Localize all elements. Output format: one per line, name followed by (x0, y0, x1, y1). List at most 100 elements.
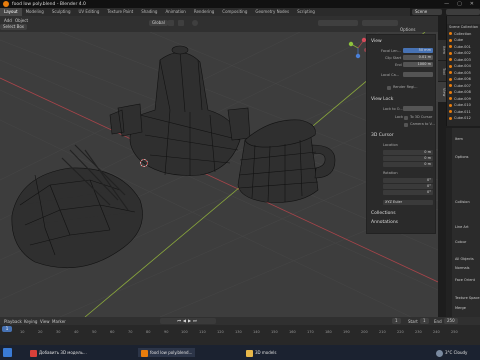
window-controls: — ▢ ✕ (444, 1, 480, 7)
snap-icon[interactable] (178, 20, 184, 26)
properties-row[interactable]: Line Art (455, 225, 469, 229)
start-label: Start (408, 319, 418, 324)
pivot-icon[interactable] (168, 20, 174, 26)
cursor-rot-z-field[interactable]: 0° (383, 190, 433, 195)
properties-row[interactable]: Face Orient (455, 278, 475, 282)
to-3d-cursor-checkbox[interactable] (404, 116, 408, 120)
pot-mesh[interactable] (109, 45, 251, 176)
tab-sculpting[interactable]: Sculpting (48, 8, 75, 16)
menu-object[interactable]: Object (15, 18, 28, 23)
menu-view[interactable]: View (40, 319, 50, 324)
tab-uv-editing[interactable]: UV Editing (75, 8, 104, 16)
outliner-row-label: Cube.011 (454, 109, 471, 114)
object-icon (449, 58, 452, 62)
focal-length-field[interactable]: 50 mm (403, 48, 433, 53)
object-icon (449, 51, 452, 55)
outliner-row-label: Cube.006 (454, 77, 471, 82)
mug-mesh[interactable] (237, 119, 336, 203)
minimize-button[interactable]: — (444, 1, 449, 7)
overlays-toggle[interactable] (318, 20, 358, 26)
cursor-loc-x-field[interactable]: 0 m (383, 150, 433, 155)
cursor-rot-x-field[interactable]: 0° (383, 178, 433, 183)
select-box-dropdown[interactable]: Select Box (0, 24, 28, 30)
properties-row[interactable]: Colour (455, 240, 466, 244)
view-layer-selector[interactable] (446, 9, 480, 15)
dome-mesh[interactable] (11, 144, 143, 269)
object-icon (449, 97, 452, 101)
close-button[interactable]: ✕ (470, 1, 474, 7)
taskbar-item-active[interactable]: food low poly.blend... (138, 348, 196, 357)
taskbar-item[interactable]: Добавить 3D модель... (30, 348, 87, 357)
start-frame-field[interactable]: 1 (420, 318, 429, 324)
timeline-tick: 220 (397, 330, 404, 334)
tab-texture-paint[interactable]: Texture Paint (103, 8, 137, 16)
view-lock-section-header[interactable]: View Lock (371, 97, 393, 102)
outliner-row-label: Collection (454, 31, 472, 36)
properties-row[interactable]: Merge (455, 306, 466, 310)
properties-tab-strip[interactable] (446, 128, 452, 317)
outliner-row[interactable]: Cube.012 (447, 115, 480, 122)
rotation-mode-dropdown[interactable]: XYZ Euler (383, 200, 433, 205)
menu-marker[interactable]: Marker (52, 319, 66, 324)
taskbar-item-label: 3D models (255, 350, 277, 355)
properties-row[interactable]: Collision (455, 200, 470, 204)
3d-cursor-section-header[interactable]: 3D Cursor (371, 133, 394, 138)
playhead[interactable]: 1 (2, 326, 12, 332)
clip-start-field[interactable]: 0.01 m (403, 55, 433, 60)
cursor-loc-z-field[interactable]: 0 m (383, 162, 433, 167)
camera-to-view-checkbox[interactable] (404, 123, 408, 127)
transform-orientation-dropdown[interactable]: Global (149, 20, 168, 26)
tab-rendering[interactable]: Rendering (190, 8, 218, 16)
tab-geometry-nodes[interactable]: Geometry Nodes (251, 8, 293, 16)
render-region-checkbox[interactable] (387, 86, 391, 90)
maximize-button[interactable]: ▢ (457, 1, 462, 7)
n-panel-tab-item[interactable]: Item (438, 40, 446, 60)
local-camera-label: Local Ca... (381, 73, 400, 77)
menu-playback[interactable]: Playback (4, 319, 22, 324)
folder-icon (246, 349, 253, 357)
clip-end-label: End (395, 63, 402, 67)
timeline-tick: 160 (289, 330, 296, 334)
clip-end-field[interactable]: 1000 m (403, 62, 433, 67)
tab-animation[interactable]: Animation (161, 8, 189, 16)
annotations-section-header[interactable]: Annotations (371, 220, 398, 225)
timeline-tick: 70 (128, 330, 133, 334)
properties-row[interactable]: Normals (455, 266, 470, 270)
browser-icon (30, 349, 37, 357)
start-menu-icon[interactable] (3, 348, 12, 357)
workspace-tabs: Layout Modeling Sculpting UV Editing Tex… (0, 8, 410, 16)
object-icon (449, 103, 452, 107)
n-panel-tab-view[interactable]: View (438, 82, 446, 102)
timeline-tick: 250 (451, 330, 458, 334)
properties-row[interactable]: Options (455, 155, 469, 159)
focal-length-label: Focal Len... (381, 49, 401, 53)
n-panel-tab-tool[interactable]: Tool (438, 61, 446, 81)
playback-controls[interactable]: ⏮◀▶⏭ (160, 318, 216, 324)
timeline-tick: 230 (415, 330, 422, 334)
properties-row[interactable]: Texture Space (455, 296, 480, 300)
tab-shading[interactable]: Shading (137, 8, 161, 16)
tab-layout[interactable]: Layout (0, 8, 22, 16)
current-frame-field[interactable]: 1 (392, 318, 401, 324)
local-camera-field[interactable] (403, 72, 433, 77)
weather-widget[interactable]: 3°C Cloudy (436, 348, 467, 357)
taskbar-item[interactable]: 3D models (246, 348, 276, 357)
tab-modeling[interactable]: Modeling (22, 8, 48, 16)
sidebar-n-panel: View Focal Len... 50 mm Clip Start 0.01 … (366, 34, 436, 234)
tab-scripting[interactable]: Scripting (293, 8, 319, 16)
proportional-edit-icon[interactable] (192, 20, 198, 26)
properties-row[interactable]: Item (455, 137, 463, 141)
menu-keying[interactable]: Keying (24, 319, 37, 324)
outliner-row-label: Cube.008 (454, 90, 471, 95)
collections-section-header[interactable]: Collections (371, 211, 396, 216)
lock-to-object-field[interactable] (403, 106, 433, 111)
menu-add[interactable]: Add (4, 18, 12, 23)
scene-selector[interactable]: Scene (412, 9, 442, 15)
cursor-loc-y-field[interactable]: 0 m (383, 156, 433, 161)
view-section-header[interactable]: View (371, 39, 382, 44)
shading-modes[interactable] (362, 20, 398, 26)
end-frame-field[interactable]: 250 (444, 318, 458, 324)
properties-row[interactable]: All Objects (455, 257, 474, 261)
cursor-rot-y-field[interactable]: 0° (383, 184, 433, 189)
tab-compositing[interactable]: Compositing (218, 8, 251, 16)
